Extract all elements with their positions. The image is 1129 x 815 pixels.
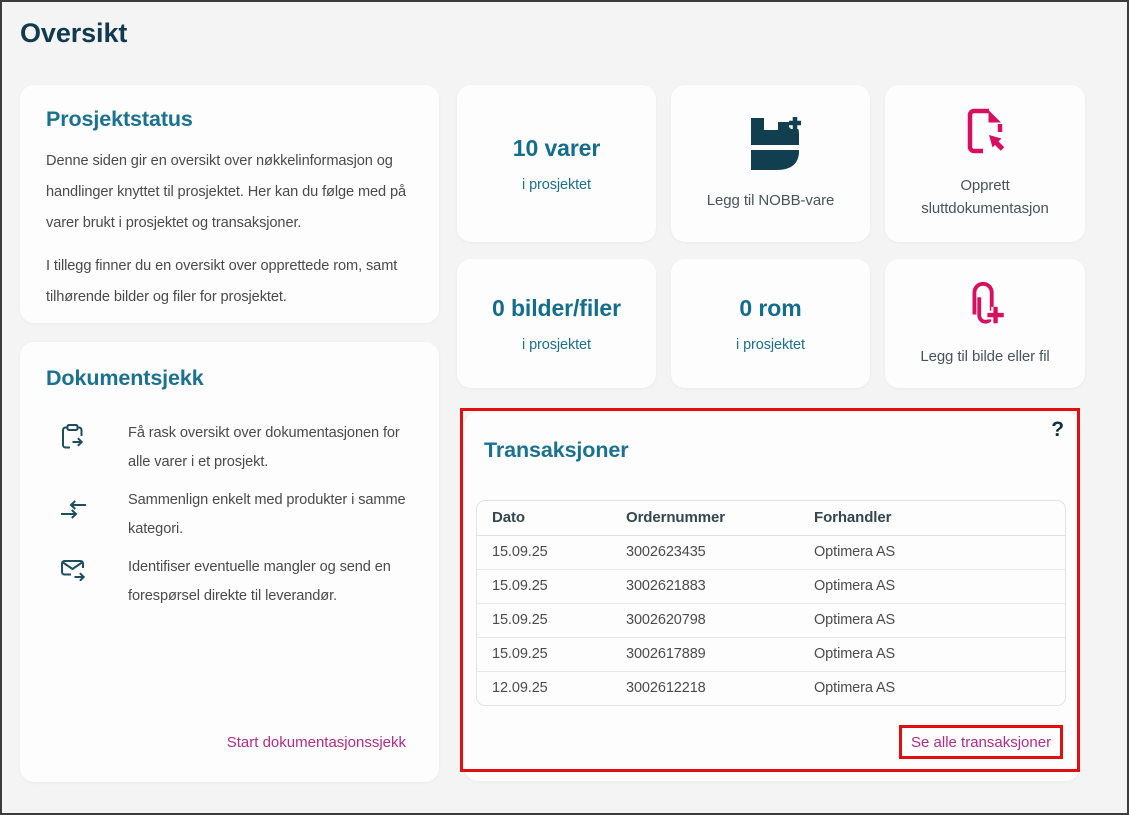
transaction-cell: Optimera AS	[799, 671, 1065, 705]
column-header-dato: Dato	[477, 501, 611, 535]
document-check-title: Dokumentsjekk	[46, 366, 413, 391]
action-tile-label: Legg til NOBB-vare	[707, 189, 834, 212]
see-all-transactions-annotation-box: Se alle transaksjoner	[899, 725, 1063, 759]
document-check-item: Sammenlign enkelt med produkter i samme …	[46, 486, 413, 544]
page-title: Oversikt	[20, 18, 127, 49]
column-header-forhandler: Forhandler	[799, 501, 1065, 535]
add-nobb-item-button[interactable]: Legg til NOBB-vare	[671, 85, 870, 242]
transaction-cell: 12.09.25	[477, 671, 611, 705]
document-check-card: Dokumentsjekk Få rask oversikt over doku…	[20, 342, 439, 782]
transactions-title: Transaksjoner	[484, 438, 629, 463]
project-status-paragraph: I tillegg finner du en oversikt over opp…	[46, 251, 413, 313]
transaction-row: 15.09.253002620798Optimera AS	[477, 603, 1065, 637]
stat-caption: i prosjektet	[522, 177, 591, 193]
see-all-transactions-link[interactable]: Se alle transaksjoner	[911, 734, 1051, 751]
transaction-cell: 15.09.25	[477, 637, 611, 671]
document-create-icon	[962, 107, 1008, 162]
action-tile-label: Legg til bilde eller fil	[920, 345, 1049, 368]
transaction-cell: 3002612218	[611, 671, 799, 705]
paperclip-plus-icon	[964, 280, 1006, 333]
stat-tile-bilder-filer: 0 bilder/filer i prosjektet	[457, 259, 656, 388]
stat-value: 0 rom	[739, 295, 801, 322]
transaction-cell: Optimera AS	[799, 603, 1065, 637]
transaction-cell: 15.09.25	[477, 603, 611, 637]
transaction-cell: 3002621883	[611, 569, 799, 603]
document-check-item-text: Sammenlign enkelt med produkter i samme …	[128, 486, 413, 544]
transaction-row: 12.09.253002612218Optimera AS	[477, 671, 1065, 705]
project-status-title: Prosjektstatus	[46, 107, 413, 132]
transaction-row: 15.09.253002623435Optimera AS	[477, 535, 1065, 569]
stat-tile-rom: 0 rom i prosjektet	[671, 259, 870, 388]
transaction-cell: 15.09.25	[477, 569, 611, 603]
help-icon[interactable]: ?	[1051, 418, 1064, 442]
document-check-item: Identifiser eventuelle mangler og send e…	[46, 553, 413, 611]
stat-value: 10 varer	[513, 135, 600, 162]
transactions-card: ? Transaksjoner Dato Ordernummer Forhand…	[464, 412, 1080, 781]
stat-caption: i prosjektet	[736, 337, 805, 353]
add-image-or-file-button[interactable]: Legg til bilde eller fil	[885, 259, 1085, 388]
transaction-row: 15.09.253002617889Optimera AS	[477, 637, 1065, 671]
clipboard-arrow-icon	[60, 419, 90, 477]
document-check-list: Få rask oversikt over dokumentasjonen fo…	[46, 419, 413, 611]
transaction-cell: Optimera AS	[799, 535, 1065, 569]
action-tile-label: Opprett sluttdokumentasjon	[903, 174, 1068, 220]
nobb-logo-icon	[738, 116, 804, 177]
transaction-cell: 3002620798	[611, 603, 799, 637]
transaction-cell: Optimera AS	[799, 569, 1065, 603]
column-header-ordernummer: Ordernummer	[611, 501, 799, 535]
start-document-check-link[interactable]: Start dokumentasjonssjekk	[227, 734, 406, 751]
create-final-documentation-button[interactable]: Opprett sluttdokumentasjon	[885, 85, 1085, 242]
transactions-header-row: Dato Ordernummer Forhandler	[477, 501, 1065, 535]
transaction-cell: 3002623435	[611, 535, 799, 569]
project-status-paragraph: Denne siden gir en oversikt over nøkkeli…	[46, 146, 413, 239]
document-check-item-text: Identifiser eventuelle mangler og send e…	[128, 553, 413, 611]
transactions-table-body: 15.09.253002623435Optimera AS15.09.25300…	[477, 535, 1065, 705]
document-check-item-text: Få rask oversikt over dokumentasjonen fo…	[128, 419, 413, 477]
document-check-item: Få rask oversikt over dokumentasjonen fo…	[46, 419, 413, 477]
transaction-cell: Optimera AS	[799, 637, 1065, 671]
transaction-cell: 15.09.25	[477, 535, 611, 569]
transactions-table: Dato Ordernummer Forhandler 15.09.253002…	[476, 500, 1066, 706]
stat-tile-varer: 10 varer i prosjektet	[457, 85, 656, 242]
stat-value: 0 bilder/filer	[492, 295, 621, 322]
envelope-arrow-icon	[60, 553, 90, 611]
compare-arrows-icon	[60, 486, 90, 544]
project-status-card: Prosjektstatus Denne siden gir en oversi…	[20, 85, 439, 323]
transaction-row: 15.09.253002621883Optimera AS	[477, 569, 1065, 603]
transaction-cell: 3002617889	[611, 637, 799, 671]
stat-caption: i prosjektet	[522, 337, 591, 353]
